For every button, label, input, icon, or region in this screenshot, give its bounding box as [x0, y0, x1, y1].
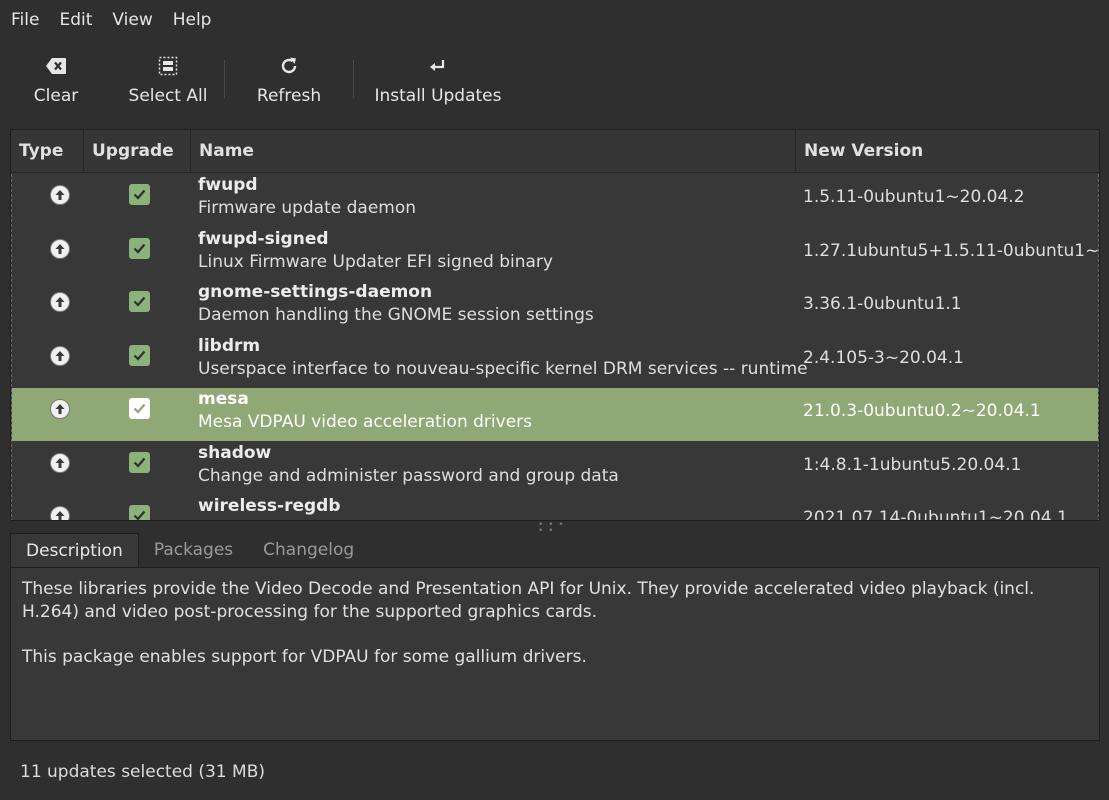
type-cell: [50, 506, 72, 520]
upgrade-arrow-icon: [50, 399, 70, 419]
tab-description[interactable]: Description: [10, 533, 139, 568]
name-cell: shadow Change and administer password an…: [198, 442, 619, 487]
pane-resize-handle[interactable]: • • • • •: [538, 521, 574, 536]
checkbox[interactable]: [129, 505, 150, 520]
refresh-button[interactable]: Refresh: [225, 44, 353, 118]
menu-view[interactable]: View: [102, 0, 162, 40]
name-cell: wireless-regdb wireless regulatory datab…: [198, 495, 444, 520]
type-cell: [50, 185, 72, 207]
type-cell: [50, 399, 72, 421]
upgrade-arrow-icon: [50, 345, 70, 366]
upgrade-checkbox[interactable]: [129, 451, 150, 473]
menu-edit[interactable]: Edit: [49, 0, 102, 40]
package-name: fwupd-signed: [198, 228, 329, 249]
upgrade-checkbox[interactable]: [129, 398, 150, 419]
tab-packages[interactable]: Packages: [139, 533, 248, 568]
package-description: Linux Firmware Updater EFI signed binary: [198, 251, 553, 272]
checkbox[interactable]: [129, 451, 150, 473]
upgrade-checkbox[interactable]: [129, 505, 150, 520]
checkbox[interactable]: [129, 344, 150, 366]
select-all-icon: [158, 52, 178, 80]
return-arrow-icon: [428, 52, 448, 80]
table-row[interactable]: mesa Mesa VDPAU video acceleration drive…: [12, 388, 1098, 441]
name-cell: fwupd-signed Linux Firmware Updater EFI …: [198, 228, 553, 273]
new-version: 1.27.1ubuntu5+1.5.11-0ubuntu1~2: [803, 240, 1099, 261]
package-description: Daemon handling the GNOME session settin…: [198, 305, 594, 325]
package-description: Firmware update daemon: [198, 198, 417, 218]
install-updates-button[interactable]: Install Updates: [354, 44, 522, 118]
package-description: Change and administer password and group…: [198, 465, 619, 486]
checkbox[interactable]: [129, 398, 150, 419]
menu-file[interactable]: File: [1, 0, 49, 40]
toolbar: Clear Select All Refresh Install Updates: [0, 44, 1109, 118]
upgrade-checkbox[interactable]: [129, 184, 150, 205]
upgrade-arrow-icon: [50, 185, 70, 205]
description-text: These libraries provide the Video Decode…: [22, 579, 1035, 622]
detail-tabs: Description Packages Changelog: [10, 533, 1100, 568]
type-cell: [50, 452, 72, 475]
upgrade-arrow-icon: [50, 238, 70, 259]
table-row[interactable]: libdrm Userspace interface to nouveau-sp…: [12, 335, 1098, 388]
column-new-version[interactable]: New Version: [796, 130, 1099, 173]
new-version: 2021.07.14-0ubuntu1~20.04.1: [803, 508, 1068, 521]
name-cell: fwupd Firmware update daemon: [198, 174, 416, 219]
upgrade-checkbox[interactable]: [129, 237, 150, 259]
type-cell: [50, 238, 72, 261]
backspace-icon: [45, 52, 67, 80]
checkbox[interactable]: [129, 237, 150, 259]
refresh-label: Refresh: [256, 86, 322, 106]
new-version: 21.0.3-0ubuntu0.2~20.04.1: [803, 401, 1041, 421]
table-body[interactable]: fwupd Firmware update daemon 1.5.11-0ubu…: [11, 174, 1099, 521]
column-type[interactable]: Type: [11, 130, 84, 173]
upgrade-checkbox[interactable]: [129, 344, 150, 366]
package-description: Userspace interface to nouveau-specific …: [198, 358, 808, 379]
status-text: 11 updates selected (31 MB): [20, 762, 265, 782]
package-name: wireless-regdb: [198, 496, 341, 516]
checkbox[interactable]: [129, 291, 150, 312]
new-version: 1:4.8.1-1ubuntu5.20.04.1: [803, 454, 1022, 475]
refresh-icon: [278, 52, 300, 80]
clear-label: Clear: [33, 86, 79, 106]
menu-help[interactable]: Help: [163, 0, 222, 40]
table-row[interactable]: gnome-settings-daemon Daemon handling th…: [12, 281, 1098, 334]
name-cell: libdrm Userspace interface to nouveau-sp…: [198, 335, 808, 380]
checkbox[interactable]: [129, 184, 150, 205]
upgrade-arrow-icon: [50, 292, 70, 312]
description-text: This package enables support for VDPAU f…: [22, 647, 587, 667]
package-description: wireless regulatory database: [198, 518, 444, 520]
tab-changelog[interactable]: Changelog: [248, 533, 369, 568]
upgrade-arrow-icon: [50, 506, 70, 520]
package-name: gnome-settings-daemon: [198, 282, 433, 302]
package-description: Mesa VDPAU video acceleration drivers: [198, 412, 532, 432]
description-panel: These libraries provide the Video Decode…: [10, 567, 1100, 741]
table-row[interactable]: fwupd Firmware update daemon 1.5.11-0ubu…: [12, 174, 1098, 227]
package-name: mesa: [198, 389, 249, 409]
table-row[interactable]: wireless-regdb wireless regulatory datab…: [12, 495, 1098, 521]
table-row[interactable]: shadow Change and administer password an…: [12, 442, 1098, 495]
package-name: fwupd: [198, 175, 258, 195]
install-updates-label: Install Updates: [374, 86, 502, 106]
menubar: File Edit View Help: [0, 0, 1109, 40]
new-version: 3.36.1-0ubuntu1.1: [803, 294, 962, 314]
name-cell: gnome-settings-daemon Daemon handling th…: [198, 281, 594, 326]
package-name: shadow: [198, 442, 272, 463]
table-header: Type Upgrade Name New Version: [11, 130, 1099, 173]
select-all-button[interactable]: Select All: [112, 44, 224, 118]
package-name: libdrm: [198, 335, 261, 356]
column-name[interactable]: Name: [191, 130, 796, 173]
type-cell: [50, 292, 72, 314]
upgrade-arrow-icon: [50, 452, 70, 473]
clear-button[interactable]: Clear: [0, 44, 112, 118]
table-row[interactable]: fwupd-signed Linux Firmware Updater EFI …: [12, 228, 1098, 281]
column-upgrade[interactable]: Upgrade: [84, 130, 191, 173]
new-version: 1.5.11-0ubuntu1~20.04.2: [803, 187, 1025, 207]
select-all-label: Select All: [128, 86, 208, 106]
updates-table: Type Upgrade Name New Version fwupd Firm…: [10, 129, 1100, 521]
new-version: 2.4.105-3~20.04.1: [803, 347, 964, 368]
name-cell: mesa Mesa VDPAU video acceleration drive…: [198, 388, 532, 433]
type-cell: [50, 345, 72, 368]
upgrade-checkbox[interactable]: [129, 291, 150, 312]
